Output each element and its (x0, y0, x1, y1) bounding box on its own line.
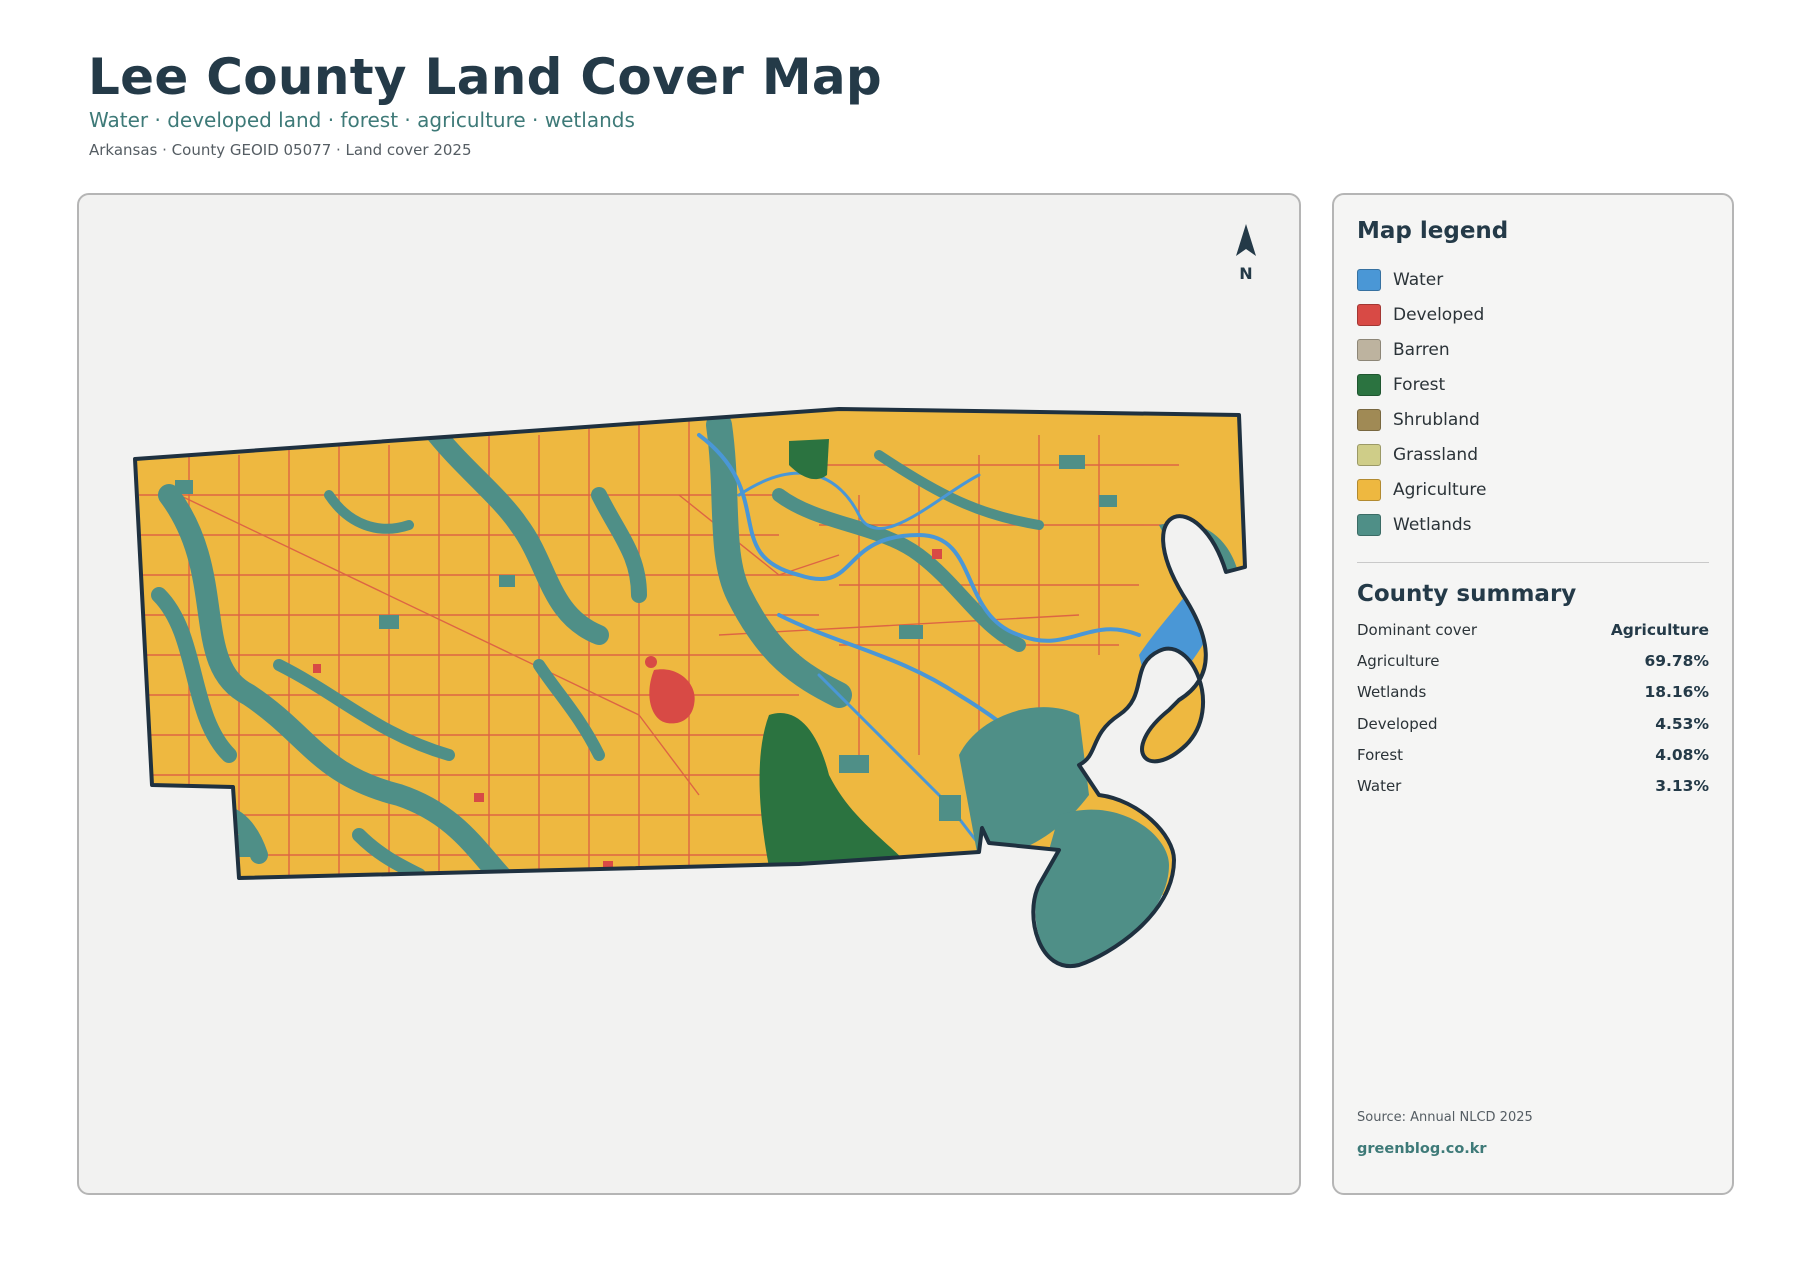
summary-value: 18.16% (1644, 683, 1709, 702)
county-summary: Dominant cover Agriculture Agriculture 6… (1357, 614, 1709, 802)
legend-label: Shrubland (1393, 409, 1480, 430)
legend-title: Map legend (1357, 218, 1509, 244)
source-note: Source: Annual NLCD 2025 (1357, 1110, 1533, 1125)
summary-row: Water 3.13% (1357, 770, 1709, 801)
summary-value: 4.08% (1655, 745, 1709, 764)
legend-label: Agriculture (1393, 479, 1487, 500)
summary-label: Wetlands (1357, 683, 1427, 702)
summary-label: Water (1357, 777, 1402, 796)
legend-item-barren: Barren (1357, 332, 1487, 367)
legend-item-shrubland: Shrubland (1357, 402, 1487, 437)
page-subtitle: Water · developed land · forest · agricu… (89, 108, 635, 132)
map-panel[interactable] (77, 193, 1301, 1195)
legend-label: Grassland (1393, 444, 1478, 465)
legend-swatch (1357, 513, 1381, 536)
divider (1357, 562, 1709, 563)
side-panel: Map legend Water Developed Barren Forest… (1332, 193, 1734, 1195)
summary-label: Developed (1357, 714, 1438, 733)
legend-item-water: Water (1357, 262, 1487, 297)
summary-value: 4.53% (1655, 714, 1709, 733)
north-arrow: N (1222, 222, 1270, 283)
legend-item-forest: Forest (1357, 367, 1487, 402)
summary-title: County summary (1357, 581, 1577, 607)
legend-item-agriculture: Agriculture (1357, 472, 1487, 507)
summary-row: Agriculture 69.78% (1357, 645, 1709, 676)
legend: Water Developed Barren Forest Shrubland … (1357, 262, 1487, 542)
legend-item-developed: Developed (1357, 297, 1487, 332)
legend-label: Water (1393, 269, 1444, 290)
summary-label: Agriculture (1357, 651, 1440, 670)
page-title: Lee County Land Cover Map (88, 48, 883, 106)
legend-label: Forest (1393, 374, 1446, 395)
summary-value: 3.13% (1655, 777, 1709, 796)
page-meta: Arkansas · County GEOID 05077 · Land cov… (89, 141, 472, 159)
legend-swatch (1357, 478, 1381, 501)
legend-swatch (1357, 303, 1381, 326)
legend-label: Barren (1393, 339, 1450, 360)
summary-label: Forest (1357, 745, 1404, 764)
legend-label: Wetlands (1393, 514, 1472, 535)
north-arrow-icon (1236, 224, 1256, 256)
summary-value: Agriculture (1610, 620, 1709, 639)
summary-row: Wetlands 18.16% (1357, 677, 1709, 708)
legend-swatch (1357, 338, 1381, 361)
summary-row: Developed 4.53% (1357, 708, 1709, 739)
legend-swatch (1357, 443, 1381, 466)
summary-value: 69.78% (1644, 651, 1709, 670)
legend-item-grassland: Grassland (1357, 437, 1487, 472)
summary-row: Forest 4.08% (1357, 739, 1709, 770)
north-label: N (1239, 264, 1253, 283)
county-map[interactable] (79, 195, 1301, 1195)
legend-swatch (1357, 268, 1381, 291)
summary-row: Dominant cover Agriculture (1357, 614, 1709, 645)
legend-swatch (1357, 408, 1381, 431)
legend-item-wetlands: Wetlands (1357, 507, 1487, 542)
legend-label: Developed (1393, 304, 1485, 325)
summary-label: Dominant cover (1357, 620, 1478, 639)
legend-swatch (1357, 373, 1381, 396)
site-link[interactable]: greenblog.co.kr (1357, 1141, 1487, 1157)
